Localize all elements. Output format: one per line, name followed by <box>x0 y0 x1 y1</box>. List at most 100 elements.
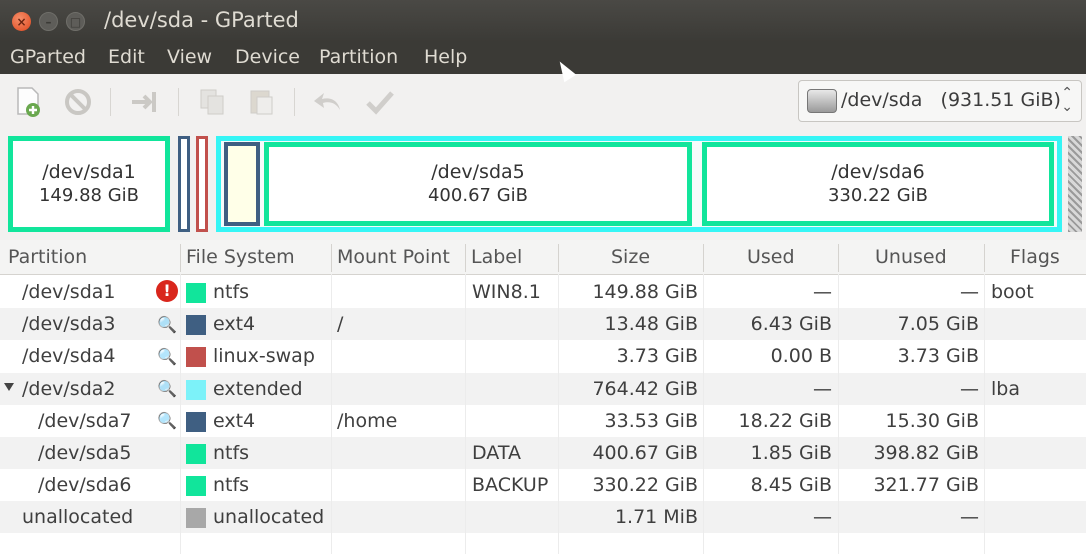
table-row[interactable]: /dev/sda2 🔍 extended 764.42 GiB — — lba <box>0 372 1086 405</box>
map-partition-sda5[interactable]: /dev/sda5 400.67 GiB <box>264 142 692 226</box>
table-row[interactable]: /dev/sda4 🔍 linux-swap 3.73 GiB 0.00 B 3.73 G… <box>0 340 1086 372</box>
key-icon: 🔍 <box>157 314 177 334</box>
map-partition-sda1[interactable]: /dev/sda1 149.88 GiB <box>8 136 170 232</box>
column-label[interactable]: Label <box>471 246 522 268</box>
paste-button[interactable] <box>246 86 278 118</box>
window-title: /dev/sda - GParted <box>104 8 299 32</box>
cell-size: 149.88 GiB <box>592 281 698 303</box>
map-partition-name: /dev/sda1 <box>42 161 136 183</box>
cell-used: — <box>813 377 832 400</box>
apply-icon <box>366 91 394 115</box>
cell-used: — <box>813 281 832 303</box>
cell-unused: 7.05 GiB <box>897 313 979 336</box>
undo-button[interactable] <box>312 86 344 118</box>
column-divider <box>180 244 181 272</box>
partition-table: Partition File System Mount Point Label … <box>0 240 1086 554</box>
map-unallocated[interactable] <box>1068 136 1082 232</box>
close-button[interactable]: × <box>12 12 31 31</box>
cell-partition: /dev/sda4 <box>22 345 116 368</box>
table-row[interactable]: /dev/sda3 🔍 ext4 / 13.48 GiB 6.43 GiB 7.05 GiB <box>0 308 1086 341</box>
toolbar-separator <box>178 88 179 116</box>
menu-help[interactable]: Help <box>424 46 467 68</box>
key-icon: 🔍 <box>157 411 177 431</box>
cell-size: 764.42 GiB <box>592 377 698 400</box>
column-divider <box>984 244 985 272</box>
column-size[interactable]: Size <box>611 246 650 268</box>
cell-partition: /dev/sda7 <box>38 409 132 432</box>
cell-partition: unallocated <box>22 506 134 529</box>
map-partition-size: 330.22 GiB <box>827 185 928 206</box>
menu-device[interactable]: Device <box>235 46 300 68</box>
column-used[interactable]: Used <box>747 246 795 268</box>
filesystem-color-swatch <box>186 508 206 529</box>
menu-gparted[interactable]: GParted <box>10 46 86 68</box>
resize-move-button[interactable] <box>128 86 160 118</box>
column-partition[interactable]: Partition <box>8 246 87 268</box>
map-partition-sda3[interactable] <box>178 136 190 232</box>
key-icon: 🔍 <box>157 379 177 399</box>
cell-file-system: ntfs <box>213 281 250 303</box>
paste-icon <box>250 90 273 115</box>
cell-unused: 3.73 GiB <box>897 345 979 368</box>
cell-file-system: linux-swap <box>213 345 315 368</box>
cell-file-system: ntfs <box>213 442 250 464</box>
cell-file-system: unallocated <box>213 506 325 529</box>
maximize-button[interactable]: □ <box>66 12 85 31</box>
cell-label: BACKUP <box>472 474 549 497</box>
map-partition-sda4[interactable] <box>196 136 208 232</box>
column-mount-point[interactable]: Mount Point <box>337 246 450 268</box>
toolbar-separator <box>294 88 295 116</box>
filesystem-color-swatch <box>186 379 206 400</box>
device-label: /dev/sda (931.51 GiB) <box>841 89 1061 111</box>
menu-edit[interactable]: Edit <box>108 46 145 68</box>
filesystem-color-swatch <box>186 411 206 432</box>
column-grid-line <box>838 274 839 554</box>
harddisk-icon <box>807 89 837 113</box>
cell-flags: boot <box>991 281 1034 303</box>
close-icon: × <box>16 14 27 29</box>
expander-icon[interactable] <box>4 382 14 391</box>
table-row[interactable]: unallocated unallocated 1.71 MiB — — <box>0 501 1086 534</box>
cell-size: 3.73 GiB <box>616 345 698 368</box>
table-row[interactable]: /dev/sda5 ntfs DATA 400.67 GiB 1.85 GiB 398.8… <box>0 437 1086 469</box>
device-name: /dev/sda <box>841 89 923 111</box>
cell-mount-point: / <box>337 313 344 336</box>
cell-label: DATA <box>472 442 521 464</box>
apply-button[interactable] <box>364 86 396 118</box>
table-row[interactable]: /dev/sda7 🔍 ext4/home 33.53 GiB 18.22 GiB 15.… <box>0 405 1086 437</box>
resize-move-icon <box>132 92 156 112</box>
warning-icon[interactable]: ! <box>156 280 178 302</box>
cell-unused: — <box>960 506 979 529</box>
column-divider <box>558 244 559 272</box>
column-file-system[interactable]: File System <box>186 246 295 268</box>
cell-file-system: ntfs <box>213 474 250 497</box>
cell-size: 33.53 GiB <box>604 409 698 432</box>
minimize-button[interactable]: – <box>39 12 58 31</box>
map-partition-size: 149.88 GiB <box>38 185 139 206</box>
copy-button[interactable] <box>196 86 228 118</box>
device-selector[interactable]: /dev/sda (931.51 GiB) ⌃ ⌄ <box>798 80 1082 122</box>
copy-icon <box>200 89 224 115</box>
cell-size: 400.67 GiB <box>592 442 698 464</box>
maximize-icon: □ <box>69 14 82 29</box>
table-row[interactable]: /dev/sda6 ntfs BACKUP 330.22 GiB 8.45 GiB 321… <box>0 469 1086 501</box>
map-partition-sda7[interactable] <box>224 142 260 226</box>
column-unused[interactable]: Unused <box>875 246 947 268</box>
cell-used: 0.00 B <box>770 345 832 368</box>
menu-view[interactable]: View <box>167 46 212 68</box>
new-partition-button[interactable] <box>12 86 44 118</box>
filesystem-color-swatch <box>186 476 206 497</box>
cell-mount-point: /home <box>337 409 398 432</box>
delete-button[interactable] <box>62 86 94 118</box>
undo-icon <box>314 93 340 110</box>
cell-file-system: ext4 <box>213 313 256 336</box>
cell-used: — <box>813 506 832 529</box>
menu-partition[interactable]: Partition <box>319 46 398 68</box>
column-divider <box>703 244 704 272</box>
cell-size: 330.22 GiB <box>592 474 698 497</box>
table-row[interactable]: /dev/sda1! ntfs WIN8.1 149.88 GiB — — boot <box>0 276 1086 308</box>
column-flags[interactable]: Flags <box>1010 246 1060 268</box>
map-partition-sda6[interactable]: /dev/sda6 330.22 GiB <box>702 142 1054 226</box>
cell-used: 18.22 GiB <box>738 409 832 432</box>
cell-label: WIN8.1 <box>472 281 541 303</box>
